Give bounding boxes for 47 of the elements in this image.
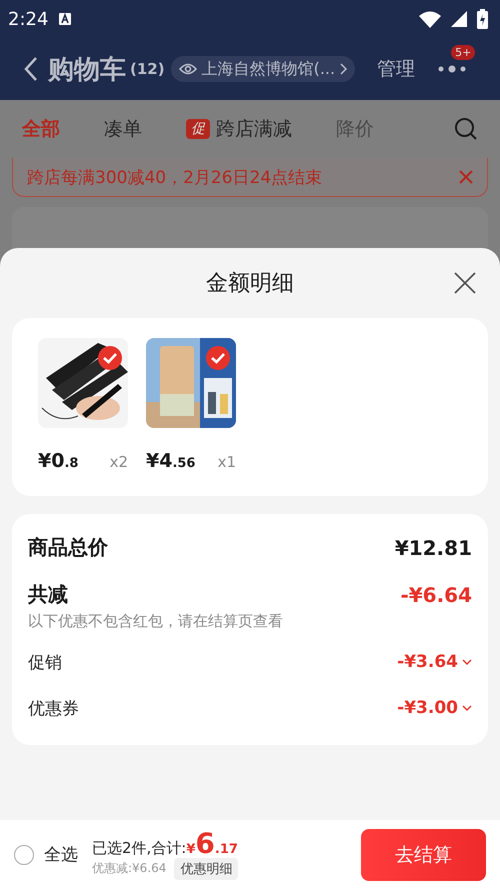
discount-detail-button[interactable]: 优惠明细 xyxy=(174,858,238,880)
filter-tab[interactable]: 凑单 xyxy=(104,116,142,142)
close-icon[interactable] xyxy=(454,272,476,294)
discount-value: -¥3.64 xyxy=(397,652,458,672)
item-price: ¥0.8 xyxy=(38,450,78,472)
promo-tag: 促 xyxy=(186,119,210,139)
check-icon[interactable] xyxy=(206,346,230,370)
page-title: 购物车 xyxy=(48,54,126,86)
select-all-label: 全选 xyxy=(44,844,78,866)
chevron-icon xyxy=(462,659,472,665)
signal-icon xyxy=(451,11,467,27)
back-icon[interactable] xyxy=(24,56,38,82)
item-quantity: x2 xyxy=(110,453,128,471)
notification-badge: 5+ xyxy=(451,45,476,60)
notification-icon xyxy=(58,12,72,26)
promo-text: 跨店每满300减40，2月26日24点结束 xyxy=(27,166,322,188)
wifi-icon xyxy=(419,10,441,28)
location-chip[interactable]: 上海自然博物馆(... xyxy=(170,56,356,82)
eye-icon xyxy=(178,62,197,76)
manage-button[interactable]: 管理 xyxy=(377,56,416,82)
reduction-label: 共减 xyxy=(28,581,68,608)
reduction-value: -¥6.64 xyxy=(400,582,472,606)
total-label: 商品总价 xyxy=(28,534,108,561)
select-all-radio[interactable] xyxy=(14,844,34,864)
item-price: ¥4.56 xyxy=(146,450,196,472)
checkout-button[interactable]: 去结算 xyxy=(361,828,486,880)
chevron-icon xyxy=(340,63,348,75)
more-icon[interactable] xyxy=(437,65,468,73)
chevron-icon xyxy=(462,705,472,711)
discount-label: 优惠券 xyxy=(28,698,79,720)
reduction-note: 以下优惠不包含红包，请在结算页查看 xyxy=(28,612,284,631)
discount-label: 促销 xyxy=(28,652,62,674)
total-value: ¥12.81 xyxy=(394,536,472,560)
discount-value: -¥3.00 xyxy=(397,698,458,718)
battery-icon xyxy=(477,9,488,29)
sheet-title: 金额明细 xyxy=(206,270,294,298)
item-quantity: x1 xyxy=(218,453,236,471)
selected-summary: 已选2件,合计: xyxy=(92,838,186,858)
search-icon[interactable] xyxy=(454,117,478,141)
filter-tab[interactable]: 促 跨店满减 xyxy=(186,116,292,142)
check-icon[interactable] xyxy=(98,346,122,370)
discount-row[interactable]: 优惠券 -¥3.00 xyxy=(28,685,472,731)
discount-row[interactable]: 促销 -¥3.64 xyxy=(28,639,472,685)
total-price: ¥6.17 xyxy=(186,830,238,858)
item-count: (12) xyxy=(130,60,165,78)
discount-total: 优惠减:¥6.64 xyxy=(92,860,166,877)
status-time: 2:24 xyxy=(8,8,48,30)
